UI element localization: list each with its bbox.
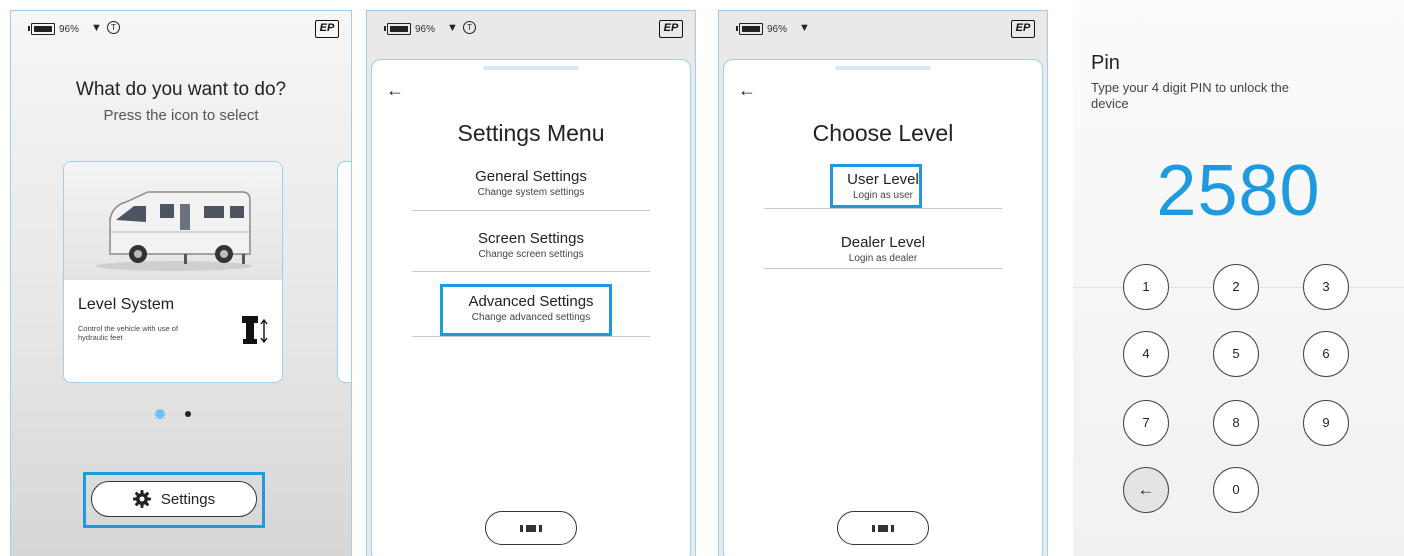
card-title: Level System	[78, 296, 175, 313]
battery-icon	[384, 23, 411, 35]
choose-level-screen: 96% ▼ EP ← Choose Level User Level Login…	[718, 10, 1048, 556]
keypad-key-1[interactable]: 1	[1123, 264, 1169, 310]
keypad-key-4[interactable]: 4	[1123, 331, 1169, 377]
next-card-peek[interactable]	[337, 161, 351, 383]
hydraulic-status-icon: T	[463, 21, 476, 34]
hydraulic-status-icon: T	[107, 21, 120, 34]
motorhome-icon	[64, 162, 282, 280]
keypad-key-3[interactable]: 3	[1303, 264, 1349, 310]
menu-item-sublabel: Login as dealer	[848, 253, 918, 264]
menu-item-label: Advanced Settings	[468, 293, 594, 310]
page-subtitle: Press the icon to select	[103, 107, 259, 124]
card-description: Control the vehicle with use of hydrauli…	[78, 324, 179, 342]
pin-screen: Pin Type your 4 digit PIN to unlock the …	[1073, 0, 1404, 556]
menu-item-general-settings[interactable]: General Settings Change system settings	[412, 168, 650, 198]
settings-panel: ← Settings Menu General Settings Change …	[371, 59, 691, 556]
ep-logo: EP	[315, 20, 339, 38]
battery-percent: 96%	[767, 24, 788, 35]
menu-item-sublabel: Login as user	[852, 190, 914, 201]
level-panel: ← Choose Level User Level Login as user …	[723, 59, 1043, 556]
menu-item-label: Screen Settings	[478, 230, 584, 247]
settings-menu-screen: 96% ▼ T EP ← Settings Menu General Setti…	[366, 10, 696, 556]
home-button[interactable]	[485, 511, 577, 545]
menu-item-advanced-settings[interactable]: Advanced Settings Change advanced settin…	[412, 293, 650, 323]
status-bar: 96% ▼ T EP	[11, 11, 351, 51]
home-screen: 96% ▼ T EP What do you want to do? Press…	[10, 10, 352, 556]
menu-item-user-level[interactable]: User Level Login as user	[764, 171, 1002, 201]
pin-instruction: Type your 4 digit PIN to unlock the devi…	[1091, 80, 1289, 111]
menu-item-sublabel: Change screen settings	[478, 249, 584, 260]
gear-icon	[132, 490, 151, 508]
keypad-key-8[interactable]: 8	[1213, 400, 1259, 446]
battery-percent: 96%	[415, 24, 436, 35]
battery-icon	[736, 23, 763, 35]
keypad-key-0[interactable]: 0	[1213, 467, 1259, 513]
wifi-icon: ▼	[91, 22, 102, 34]
menu-item-label: Dealer Level	[840, 234, 926, 251]
carousel-dot[interactable]	[185, 411, 191, 417]
vehicle-icon	[875, 524, 891, 532]
menu-item-screen-settings[interactable]: Screen Settings Change screen settings	[412, 230, 650, 260]
level-system-card[interactable]: Level System Control the vehicle with us…	[63, 161, 283, 383]
menu-item-dealer-level[interactable]: Dealer Level Login as dealer	[764, 234, 1002, 264]
keypad-backspace-key[interactable]: ←	[1123, 467, 1169, 513]
menu-item-label: User Level	[847, 171, 919, 188]
keypad-key-6[interactable]: 6	[1303, 331, 1349, 377]
menu-item-sublabel: Change system settings	[477, 187, 585, 198]
divider	[764, 208, 1002, 209]
status-bar: 96% ▼ EP	[719, 11, 1047, 51]
back-arrow-icon[interactable]: ←	[386, 80, 404, 101]
wifi-icon: ▼	[447, 22, 458, 34]
divider	[412, 271, 650, 272]
ep-logo: EP	[659, 20, 683, 38]
menu-item-label: General Settings	[475, 168, 587, 185]
wifi-icon: ▼	[799, 22, 810, 34]
keypad-key-7[interactable]: 7	[1123, 400, 1169, 446]
battery-icon	[28, 23, 55, 35]
panel-title: Settings Menu	[457, 120, 605, 146]
settings-button-label: Settings	[160, 490, 216, 508]
ep-logo: EP	[1011, 20, 1035, 38]
keypad-key-9[interactable]: 9	[1303, 400, 1349, 446]
page-title: What do you want to do?	[75, 79, 287, 100]
divider	[764, 268, 1002, 269]
divider	[412, 210, 650, 211]
home-button[interactable]	[837, 511, 929, 545]
back-arrow-icon[interactable]: ←	[738, 80, 756, 101]
battery-percent: 96%	[59, 24, 80, 35]
settings-button[interactable]: Settings	[91, 481, 257, 517]
carousel-dot-active[interactable]	[155, 409, 165, 419]
hydraulic-foot-icon	[242, 316, 268, 351]
drag-handle[interactable]	[835, 66, 931, 70]
pin-title: Pin	[1091, 52, 1120, 74]
menu-item-sublabel: Change advanced settings	[471, 312, 591, 323]
keypad-key-2[interactable]: 2	[1213, 264, 1259, 310]
keypad-key-5[interactable]: 5	[1213, 331, 1259, 377]
divider	[412, 336, 650, 337]
status-bar: 96% ▼ T EP	[367, 11, 695, 51]
vehicle-icon	[523, 524, 539, 532]
drag-handle[interactable]	[483, 66, 579, 70]
panel-title: Choose Level	[812, 120, 954, 146]
pin-display: 2580	[1156, 151, 1321, 231]
